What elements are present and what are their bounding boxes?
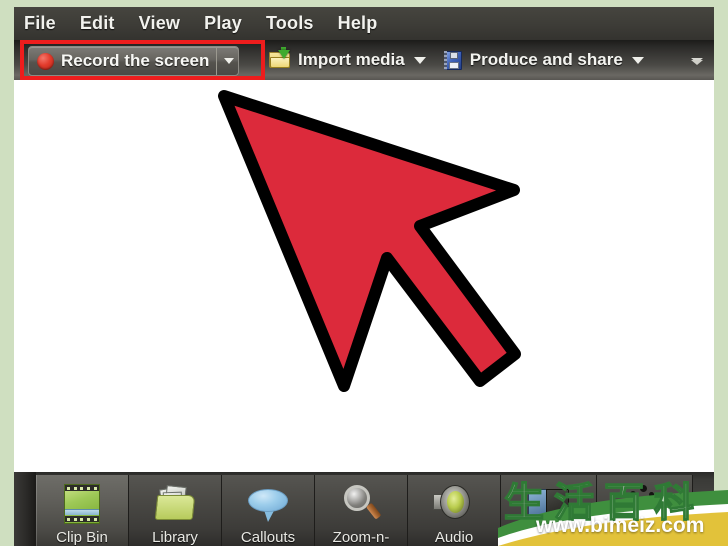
tab-callouts[interactable]: Callouts <box>222 475 315 546</box>
import-media-button[interactable]: Import media <box>269 47 426 70</box>
film-strip-icon <box>59 483 105 525</box>
speech-bubble-icon <box>245 483 291 525</box>
menu-bar: File Edit View Play Tools Help <box>14 7 714 40</box>
menu-item-play[interactable]: Play <box>204 13 254 34</box>
magnifier-icon <box>338 483 384 525</box>
tab-transitions[interactable]: Transitions <box>501 475 597 546</box>
editor-canvas-stage[interactable] <box>14 80 714 472</box>
tab-callouts-label: Callouts <box>240 529 296 546</box>
chevron-down-icon[interactable] <box>413 56 426 64</box>
record-the-screen-label: Record the screen <box>61 51 210 70</box>
tab-library-label: Library <box>152 529 198 546</box>
double-chevron-down-icon[interactable] <box>690 53 704 69</box>
bottom-bar-left-edge <box>14 472 36 546</box>
menu-item-tools[interactable]: Tools <box>266 13 326 34</box>
tab-audio[interactable]: Audio <box>408 475 501 546</box>
menu-item-view[interactable]: View <box>139 13 193 34</box>
menu-item-edit[interactable]: Edit <box>80 13 127 34</box>
tab-voice-narration[interactable] <box>597 475 693 546</box>
menu-item-help[interactable]: Help <box>338 13 390 34</box>
record-the-screen-button[interactable]: Record the screen <box>28 46 240 76</box>
tab-transitions-label: Transitions <box>512 529 585 546</box>
voice-dots-icon <box>622 483 668 525</box>
media-folder-icon <box>152 483 198 525</box>
folder-import-icon <box>269 47 291 69</box>
tab-audio-label: Audio <box>434 529 474 546</box>
chevron-down-icon[interactable] <box>631 56 644 64</box>
import-media-label: Import media <box>298 50 405 69</box>
transitions-icon <box>526 483 572 525</box>
produce-and-share-label: Produce and share <box>469 50 623 69</box>
tab-zoom-n-pan[interactable]: Zoom-n- <box>315 475 408 546</box>
record-dropdown-button[interactable] <box>216 47 238 75</box>
bottom-tab-bar: Clip Bin Library Callouts Zoom-n- Audio … <box>14 472 714 546</box>
floppy-disk-icon <box>443 50 463 70</box>
application-window: File Edit View Play Tools Help Import me… <box>14 7 714 546</box>
tab-clip-bin-label: Clip Bin <box>56 529 108 546</box>
chevron-down-icon <box>223 58 234 64</box>
menu-item-file[interactable]: File <box>24 13 68 34</box>
record-the-screen-main[interactable]: Record the screen <box>29 47 216 75</box>
arrow-cursor-icon <box>218 90 521 392</box>
page-root: File Edit View Play Tools Help Import me… <box>0 0 728 546</box>
speaker-icon <box>431 483 477 525</box>
tab-zoom-n-pan-label: Zoom-n- <box>332 529 390 546</box>
produce-and-share-button[interactable]: Produce and share <box>443 50 644 70</box>
tab-strip: Clip Bin Library Callouts Zoom-n- Audio … <box>36 475 693 546</box>
tab-library[interactable]: Library <box>129 475 222 546</box>
tab-clip-bin[interactable]: Clip Bin <box>36 475 129 546</box>
record-dot-icon <box>37 52 54 70</box>
